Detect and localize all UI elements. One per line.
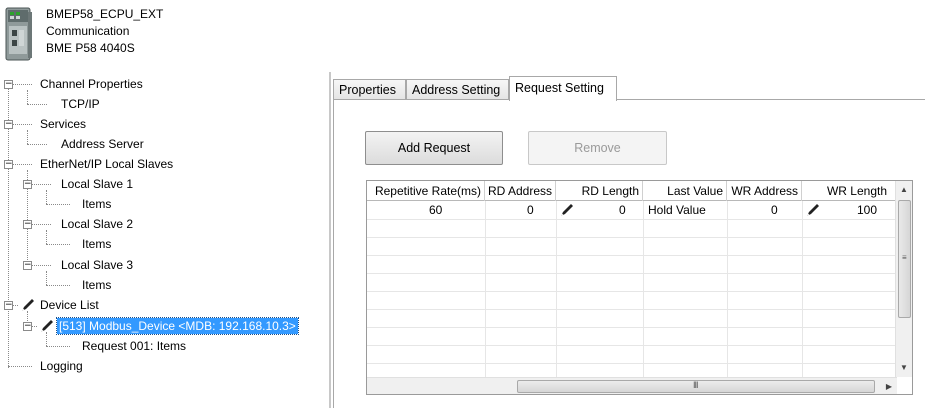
pencil-icon xyxy=(22,299,34,311)
tree-item-address-server[interactable]: Address Server xyxy=(59,136,146,152)
module-header: BMEP58_ECPU_EXT Communication BME P58 40… xyxy=(0,0,925,70)
configuration-tree: − − − − − − − − Channel Properties TCP/I… xyxy=(0,72,330,408)
col-header-wr-address[interactable]: WR Address xyxy=(727,181,802,201)
tree-item-device-list[interactable]: Device List xyxy=(38,297,101,313)
pane-splitter[interactable] xyxy=(329,72,331,408)
scroll-right-icon[interactable]: ▶ xyxy=(883,378,895,394)
module-name: BMEP58_ECPU_EXT xyxy=(46,7,164,21)
tree-item-ethernetip-local-slaves[interactable]: EtherNet/IP Local Slaves xyxy=(38,156,175,172)
collapse-icon[interactable]: − xyxy=(4,80,13,89)
cell-last-value[interactable]: Hold Value xyxy=(648,201,706,219)
plc-module-icon xyxy=(5,7,32,61)
module-part-number: BME P58 4040S xyxy=(46,41,135,55)
cell-repetitive-rate[interactable]: 60 xyxy=(429,201,442,219)
collapse-icon[interactable]: − xyxy=(23,322,32,331)
tree-item-tcpip[interactable]: TCP/IP xyxy=(59,96,102,112)
vertical-scrollbar[interactable]: ▲ ≡ ▼ xyxy=(895,181,912,377)
collapse-icon[interactable]: − xyxy=(23,261,32,270)
pencil-icon xyxy=(561,204,573,216)
add-request-button[interactable]: Add Request xyxy=(365,131,503,165)
collapse-icon[interactable]: − xyxy=(4,301,13,310)
col-header-repetitive-rate[interactable]: Repetitive Rate(ms) xyxy=(367,181,485,201)
pencil-icon xyxy=(41,320,53,332)
vertical-scroll-grip: ≡ xyxy=(902,253,907,262)
tree-item-local-slave-3-items[interactable]: Items xyxy=(80,277,113,293)
horizontal-scrollbar[interactable]: III ▶ xyxy=(367,377,897,394)
collapse-icon[interactable]: − xyxy=(23,180,32,189)
col-header-rd-address[interactable]: RD Address xyxy=(485,181,556,201)
request-table: Repetitive Rate(ms) RD Address RD Length… xyxy=(366,180,913,395)
horizontal-scroll-grip: III xyxy=(693,380,698,390)
scroll-up-icon[interactable]: ▲ xyxy=(896,181,912,198)
vertical-scroll-thumb[interactable]: ≡ xyxy=(898,200,911,318)
cell-rd-length[interactable]: 0 xyxy=(619,201,626,219)
collapse-icon[interactable]: − xyxy=(4,160,13,169)
module-category: Communication xyxy=(46,24,130,38)
table-header: Repetitive Rate(ms) RD Address RD Length… xyxy=(367,181,897,201)
horizontal-scroll-thumb[interactable]: III xyxy=(517,380,875,393)
cell-wr-address[interactable]: 0 xyxy=(771,201,778,219)
collapse-icon[interactable]: − xyxy=(4,120,13,129)
col-header-rd-length[interactable]: RD Length xyxy=(556,181,643,201)
table-body: 60 0 0 Hold Value 0 100 xyxy=(367,201,897,377)
tree-item-local-slave-1[interactable]: Local Slave 1 xyxy=(59,176,135,192)
tree-item-services[interactable]: Services xyxy=(38,116,88,132)
col-header-last-value[interactable]: Last Value xyxy=(643,181,727,201)
tree-item-modbus-device[interactable]: [513] Modbus_Device <MDB: 192.168.10.3> xyxy=(56,317,299,335)
tree-item-local-slave-2[interactable]: Local Slave 2 xyxy=(59,216,135,232)
tree-item-logging[interactable]: Logging xyxy=(38,358,85,374)
tree-item-request-001[interactable]: Request 001: Items xyxy=(80,338,188,354)
tab-request-setting[interactable]: Request Setting xyxy=(509,76,617,101)
tree-item-channel-properties[interactable]: Channel Properties xyxy=(38,76,145,92)
tree-item-local-slave-2-items[interactable]: Items xyxy=(80,236,113,252)
cell-wr-length[interactable]: 100 xyxy=(857,201,877,219)
col-header-wr-length[interactable]: WR Length xyxy=(802,181,890,201)
tab-properties[interactable]: Properties xyxy=(333,79,406,100)
pencil-icon xyxy=(807,204,819,216)
tab-address-setting[interactable]: Address Setting xyxy=(406,79,509,100)
scroll-down-icon[interactable]: ▼ xyxy=(896,359,912,376)
cell-rd-address[interactable]: 0 xyxy=(527,201,534,219)
tree-item-local-slave-1-items[interactable]: Items xyxy=(80,196,113,212)
tree-item-local-slave-3[interactable]: Local Slave 3 xyxy=(59,257,135,273)
remove-button[interactable]: Remove xyxy=(528,131,667,165)
collapse-icon[interactable]: − xyxy=(23,220,32,229)
